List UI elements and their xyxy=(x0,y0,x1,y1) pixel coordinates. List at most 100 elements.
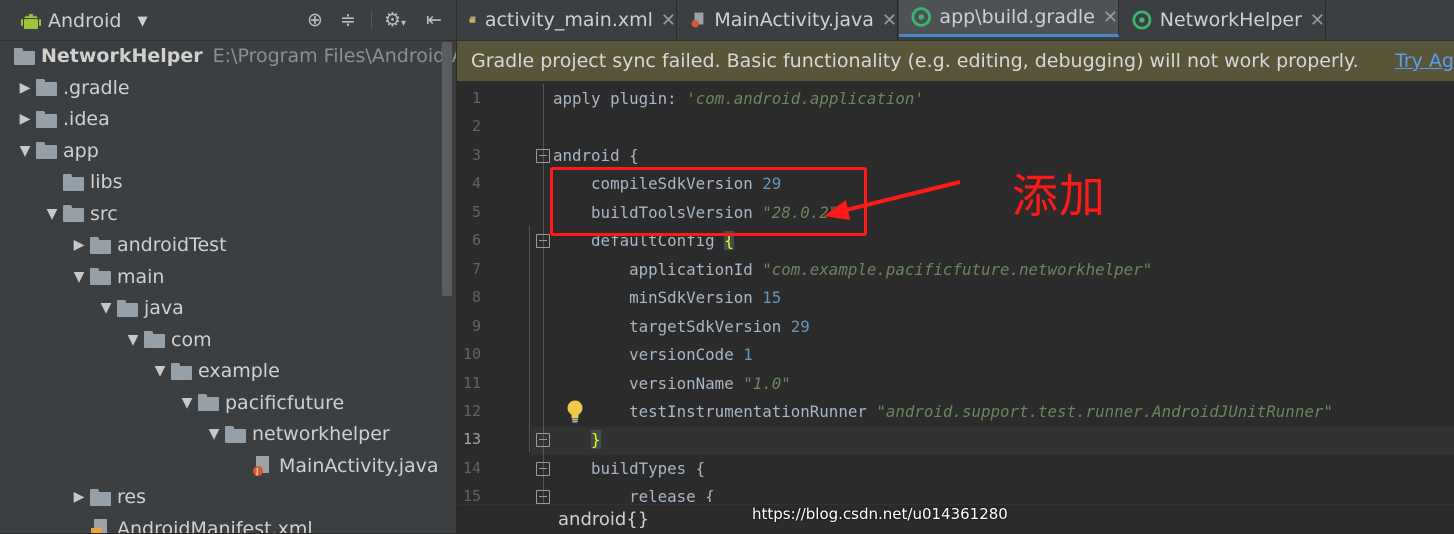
code-line[interactable]: apply plugin: 'com.android.application' xyxy=(553,85,924,113)
tree-item[interactable]: ▼ java xyxy=(95,293,184,323)
hide-panel-icon[interactable]: ⇤ xyxy=(426,9,442,31)
tree-item[interactable]: ▼ app xyxy=(14,136,99,166)
line-number: 7 xyxy=(471,259,481,278)
tree-item-label: androidTest xyxy=(117,234,227,256)
expand-arrow-icon[interactable]: ▼ xyxy=(95,300,117,316)
expand-arrow-icon[interactable]: ▼ xyxy=(122,332,144,348)
folder-icon xyxy=(63,205,84,222)
tree-item-label: libs xyxy=(90,171,123,193)
tree-item[interactable]: ▶ res xyxy=(68,482,146,512)
code-line[interactable]: targetSdkVersion 29 xyxy=(553,313,810,341)
tree-item-label: MainActivity.java xyxy=(279,454,439,477)
code-token: "1.0" xyxy=(743,373,791,393)
editor-tab[interactable]: MainActivity.java ✕ xyxy=(678,0,898,40)
tree-item[interactable]: ▼ example xyxy=(149,356,280,386)
code-token: applicationId xyxy=(553,259,763,279)
expand-arrow-icon[interactable]: ▼ xyxy=(14,143,36,159)
tree-item[interactable]: ▼ pacificfuture xyxy=(176,388,345,418)
tree-item[interactable]: AndroidManifest.xml xyxy=(68,514,313,533)
folder-icon xyxy=(144,331,165,348)
fold-marker-icon[interactable] xyxy=(536,461,550,476)
tree-item[interactable]: ▶ .idea xyxy=(14,104,110,134)
line-number: 14 xyxy=(462,458,481,477)
code-line[interactable]: versionName "1.0" xyxy=(553,370,791,398)
folder-icon xyxy=(36,142,57,159)
chevron-down-icon: ▼ xyxy=(137,13,148,29)
expand-arrow-icon[interactable]: ▼ xyxy=(68,269,90,285)
code-line[interactable]: } xyxy=(553,426,601,454)
tree-item[interactable]: ▶ .gradle xyxy=(14,73,130,103)
line-number: 1 xyxy=(471,89,481,107)
code-line[interactable]: android { xyxy=(553,142,639,170)
tree-item-label: example xyxy=(198,360,280,382)
code-area[interactable]: apply plugin: 'com.android.application' a… xyxy=(553,84,1443,502)
fold-marker-icon[interactable] xyxy=(536,148,550,163)
expand-arrow-icon[interactable]: ▼ xyxy=(203,426,225,442)
editor-tab[interactable]: NetworkHelper ✕ xyxy=(1120,0,1326,40)
xml-file-icon xyxy=(91,518,107,533)
code-line[interactable]: testInstrumentationRunner "android.suppo… xyxy=(553,398,1333,426)
tree-item[interactable]: libs xyxy=(41,167,123,197)
tree-item[interactable]: ▼ com xyxy=(122,325,212,355)
tree-item-label: res xyxy=(117,486,146,508)
fold-marker-icon[interactable] xyxy=(536,234,550,249)
fold-marker-icon[interactable] xyxy=(536,490,550,505)
code-token: 29 xyxy=(790,316,810,336)
collapse-arrow-icon[interactable]: ▶ xyxy=(14,111,36,127)
tree-item[interactable]: J MainActivity.java xyxy=(230,451,439,481)
expand-arrow-icon[interactable]: ▼ xyxy=(176,395,198,411)
code-token: : xyxy=(667,89,687,108)
line-number: 2 xyxy=(471,117,481,136)
try-again-link[interactable]: Try Ag xyxy=(1395,50,1454,72)
folder-icon xyxy=(36,79,57,96)
code-line[interactable]: versionCode 1 xyxy=(553,341,753,369)
breadcrumb-item[interactable]: android{} xyxy=(558,509,649,530)
collapse-all-icon[interactable]: ≑ xyxy=(340,9,356,31)
collapse-arrow-icon[interactable]: ▶ xyxy=(68,237,90,253)
close-icon[interactable]: ✕ xyxy=(1310,10,1325,31)
collapse-arrow-icon[interactable]: ▶ xyxy=(68,489,90,505)
code-line[interactable]: buildTypes { xyxy=(553,455,705,483)
toolbar-divider xyxy=(371,10,372,30)
line-number: 4 xyxy=(471,174,481,193)
close-icon[interactable]: ✕ xyxy=(882,10,897,31)
code-line[interactable]: applicationId "com.example.pacificfuture… xyxy=(553,256,1152,284)
expand-arrow-icon[interactable]: ▼ xyxy=(149,363,171,379)
editor: activity_main.xml ✕ MainActivity.java ✕ app\… xyxy=(457,0,1454,534)
fold-marker-icon[interactable] xyxy=(536,433,550,448)
tree-scrollbar[interactable] xyxy=(442,42,452,296)
annotation-arrow xyxy=(824,180,961,220)
line-number: 12 xyxy=(462,401,481,420)
tree-item[interactable]: ▼ networkhelper xyxy=(203,419,390,449)
code-line[interactable]: minSdkVersion 15 xyxy=(553,284,781,312)
tree-item-label: NetworkHelper xyxy=(41,45,203,67)
project-view-selector[interactable]: Android ▼ xyxy=(20,8,147,34)
folder-icon xyxy=(90,236,111,254)
folder-icon xyxy=(36,110,57,128)
tab-label: MainActivity.java xyxy=(714,9,874,31)
tree-item[interactable]: NetworkHelper E:\Program Files\Android\An… xyxy=(14,41,456,71)
tree-item[interactable]: ▼ src xyxy=(41,199,118,229)
close-icon[interactable]: ✕ xyxy=(1103,7,1118,28)
gear-icon[interactable]: ⚙▾ xyxy=(384,9,406,35)
code-line[interactable]: release { xyxy=(553,483,715,502)
tree-item[interactable]: ▼ main xyxy=(68,262,165,292)
project-path: E:\Program Files\Android\Andr xyxy=(212,45,456,67)
collapse-arrow-icon[interactable]: ▶ xyxy=(14,80,36,96)
tree-item[interactable]: ▶ androidTest xyxy=(68,230,227,260)
scroll-from-source-icon[interactable]: ⊕ xyxy=(307,9,323,31)
editor-tab[interactable]: app\build.gradle ✕ xyxy=(899,0,1119,37)
line-number: 11 xyxy=(462,373,481,392)
code-token: "android.support.test.runner.AndroidJUni… xyxy=(876,401,1333,421)
project-panel: Android ▼ ⊕ ≑ ⚙▾ ⇤ NetworkHelper E:\Progr… xyxy=(0,0,457,533)
expand-arrow-icon[interactable]: ▼ xyxy=(41,206,63,222)
close-icon[interactable]: ✕ xyxy=(661,10,676,31)
code-token: testInstrumentationRunner xyxy=(553,401,877,421)
tree-item-label: networkhelper xyxy=(252,423,390,445)
editor-tab[interactable]: activity_main.xml ✕ xyxy=(457,0,677,40)
line-number: 9 xyxy=(471,316,481,335)
line-number-gutter[interactable]: 1 2 3 4 5 6 7 8 9 10 11 12 13 14 15 xyxy=(457,84,550,505)
code-token: 'com.android.application' xyxy=(686,89,924,108)
lightbulb-icon[interactable] xyxy=(565,399,585,423)
